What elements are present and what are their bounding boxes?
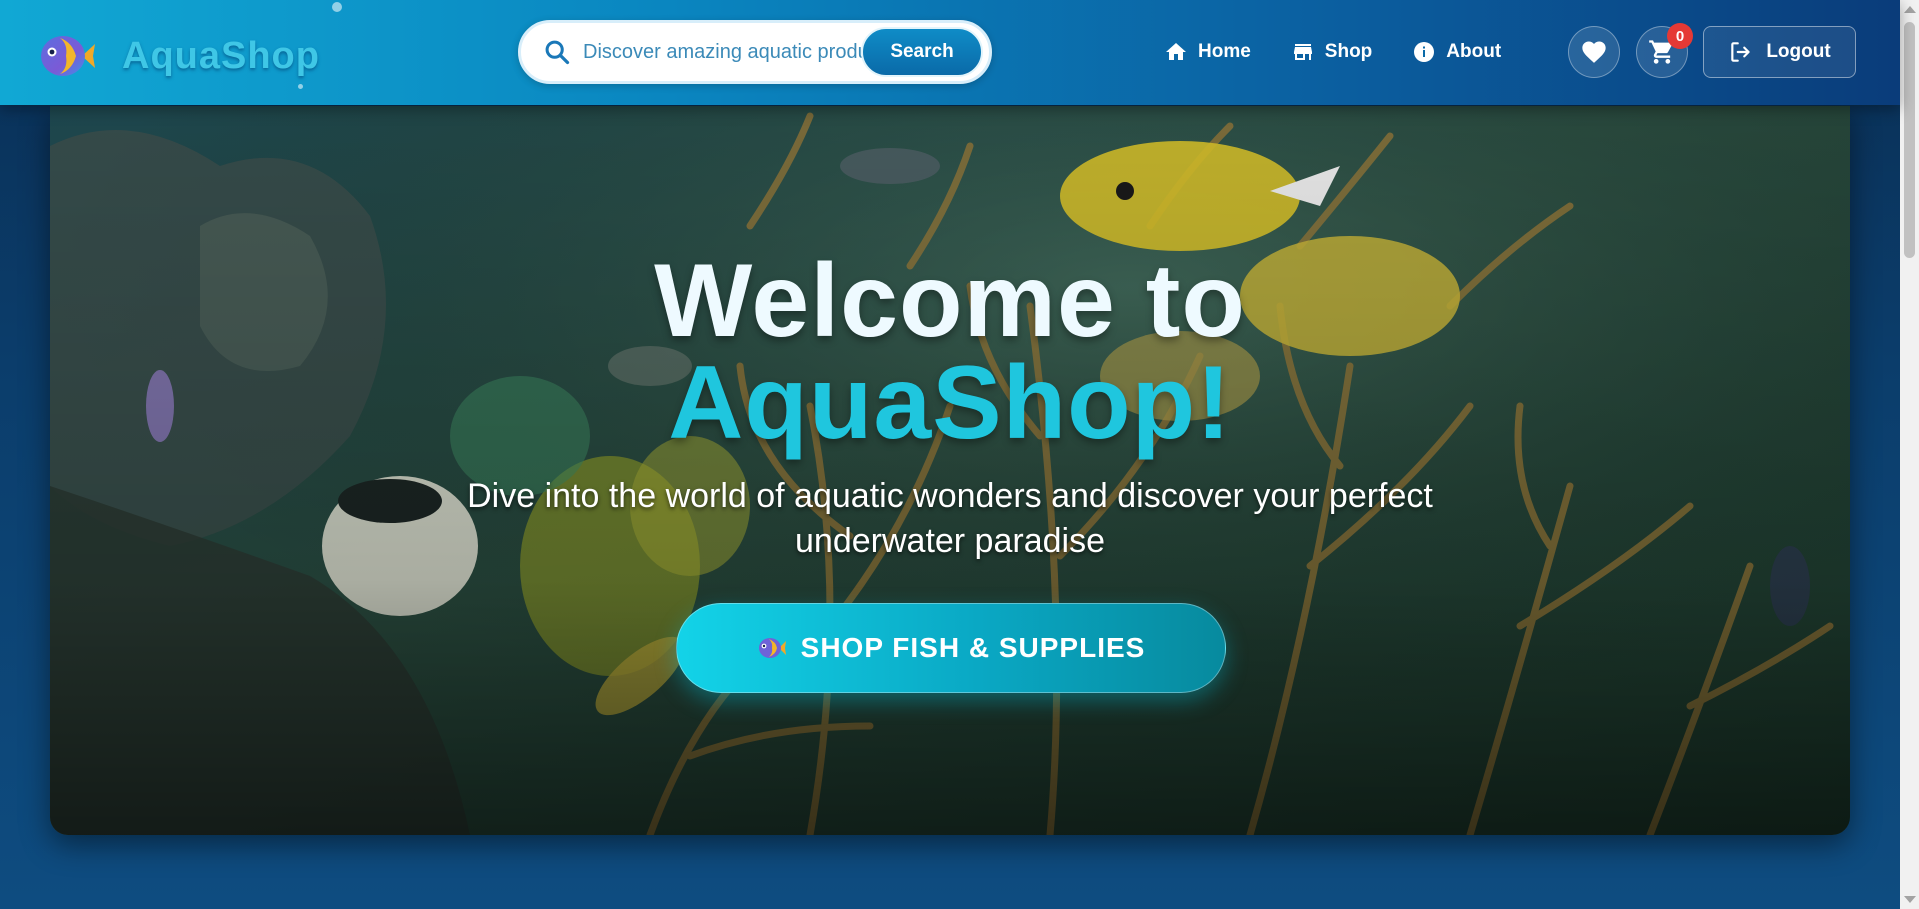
fish-logo-icon [41,36,95,76]
search-input[interactable] [583,33,873,71]
shop-fish-supplies-button[interactable]: SHOP FISH & SUPPLIES [676,603,1226,693]
brand-name: AquaShop [122,34,320,77]
search-icon [545,40,570,65]
search-button[interactable]: Search [861,27,983,77]
decorative-bubble [332,2,342,12]
logout-button[interactable]: Logout [1703,26,1856,78]
scroll-up-arrow-icon[interactable] [1904,6,1916,13]
fish-icon [758,638,786,658]
search-bar: Search [518,20,992,84]
cart-count-badge: 0 [1667,23,1693,49]
logout-label: Logout [1766,41,1831,62]
page-scrollbar[interactable] [1900,0,1919,909]
scroll-down-arrow-icon[interactable] [1904,896,1916,903]
home-icon [1166,43,1186,60]
scrollbar-thumb[interactable] [1904,22,1915,258]
nav-home-label: Home [1198,41,1251,62]
cart-button[interactable]: 0 [1636,23,1693,78]
info-icon [1414,42,1435,62]
nav-shop-label: Shop [1324,41,1373,62]
heart-icon [1582,41,1606,63]
wishlist-button[interactable] [1568,26,1620,78]
hero-banner: Welcome to AquaShop! Dive into the world… [50,106,1850,835]
cta-label: SHOP FISH & SUPPLIES [800,632,1146,663]
aquarium-background-image [50,106,1850,835]
hero-title-line1: Welcome to [654,243,1246,359]
store-icon [1293,44,1312,60]
nav-home[interactable]: Home [1164,38,1251,66]
nav-about[interactable]: About [1412,38,1501,66]
nav-links: Home Shop About [1164,38,1541,66]
decorative-bubble [298,84,303,89]
nav-shop[interactable]: Shop [1291,38,1373,66]
nav-about-label: About [1446,41,1502,62]
hero-title-line2: AquaShop! [668,345,1232,461]
logout-icon [1731,42,1750,62]
brand[interactable]: AquaShop [38,30,320,82]
hero-subtitle: Dive into the world of aquatic wonders a… [467,477,1433,560]
top-navbar: AquaShop Search Home Shop About 0 [0,0,1900,105]
